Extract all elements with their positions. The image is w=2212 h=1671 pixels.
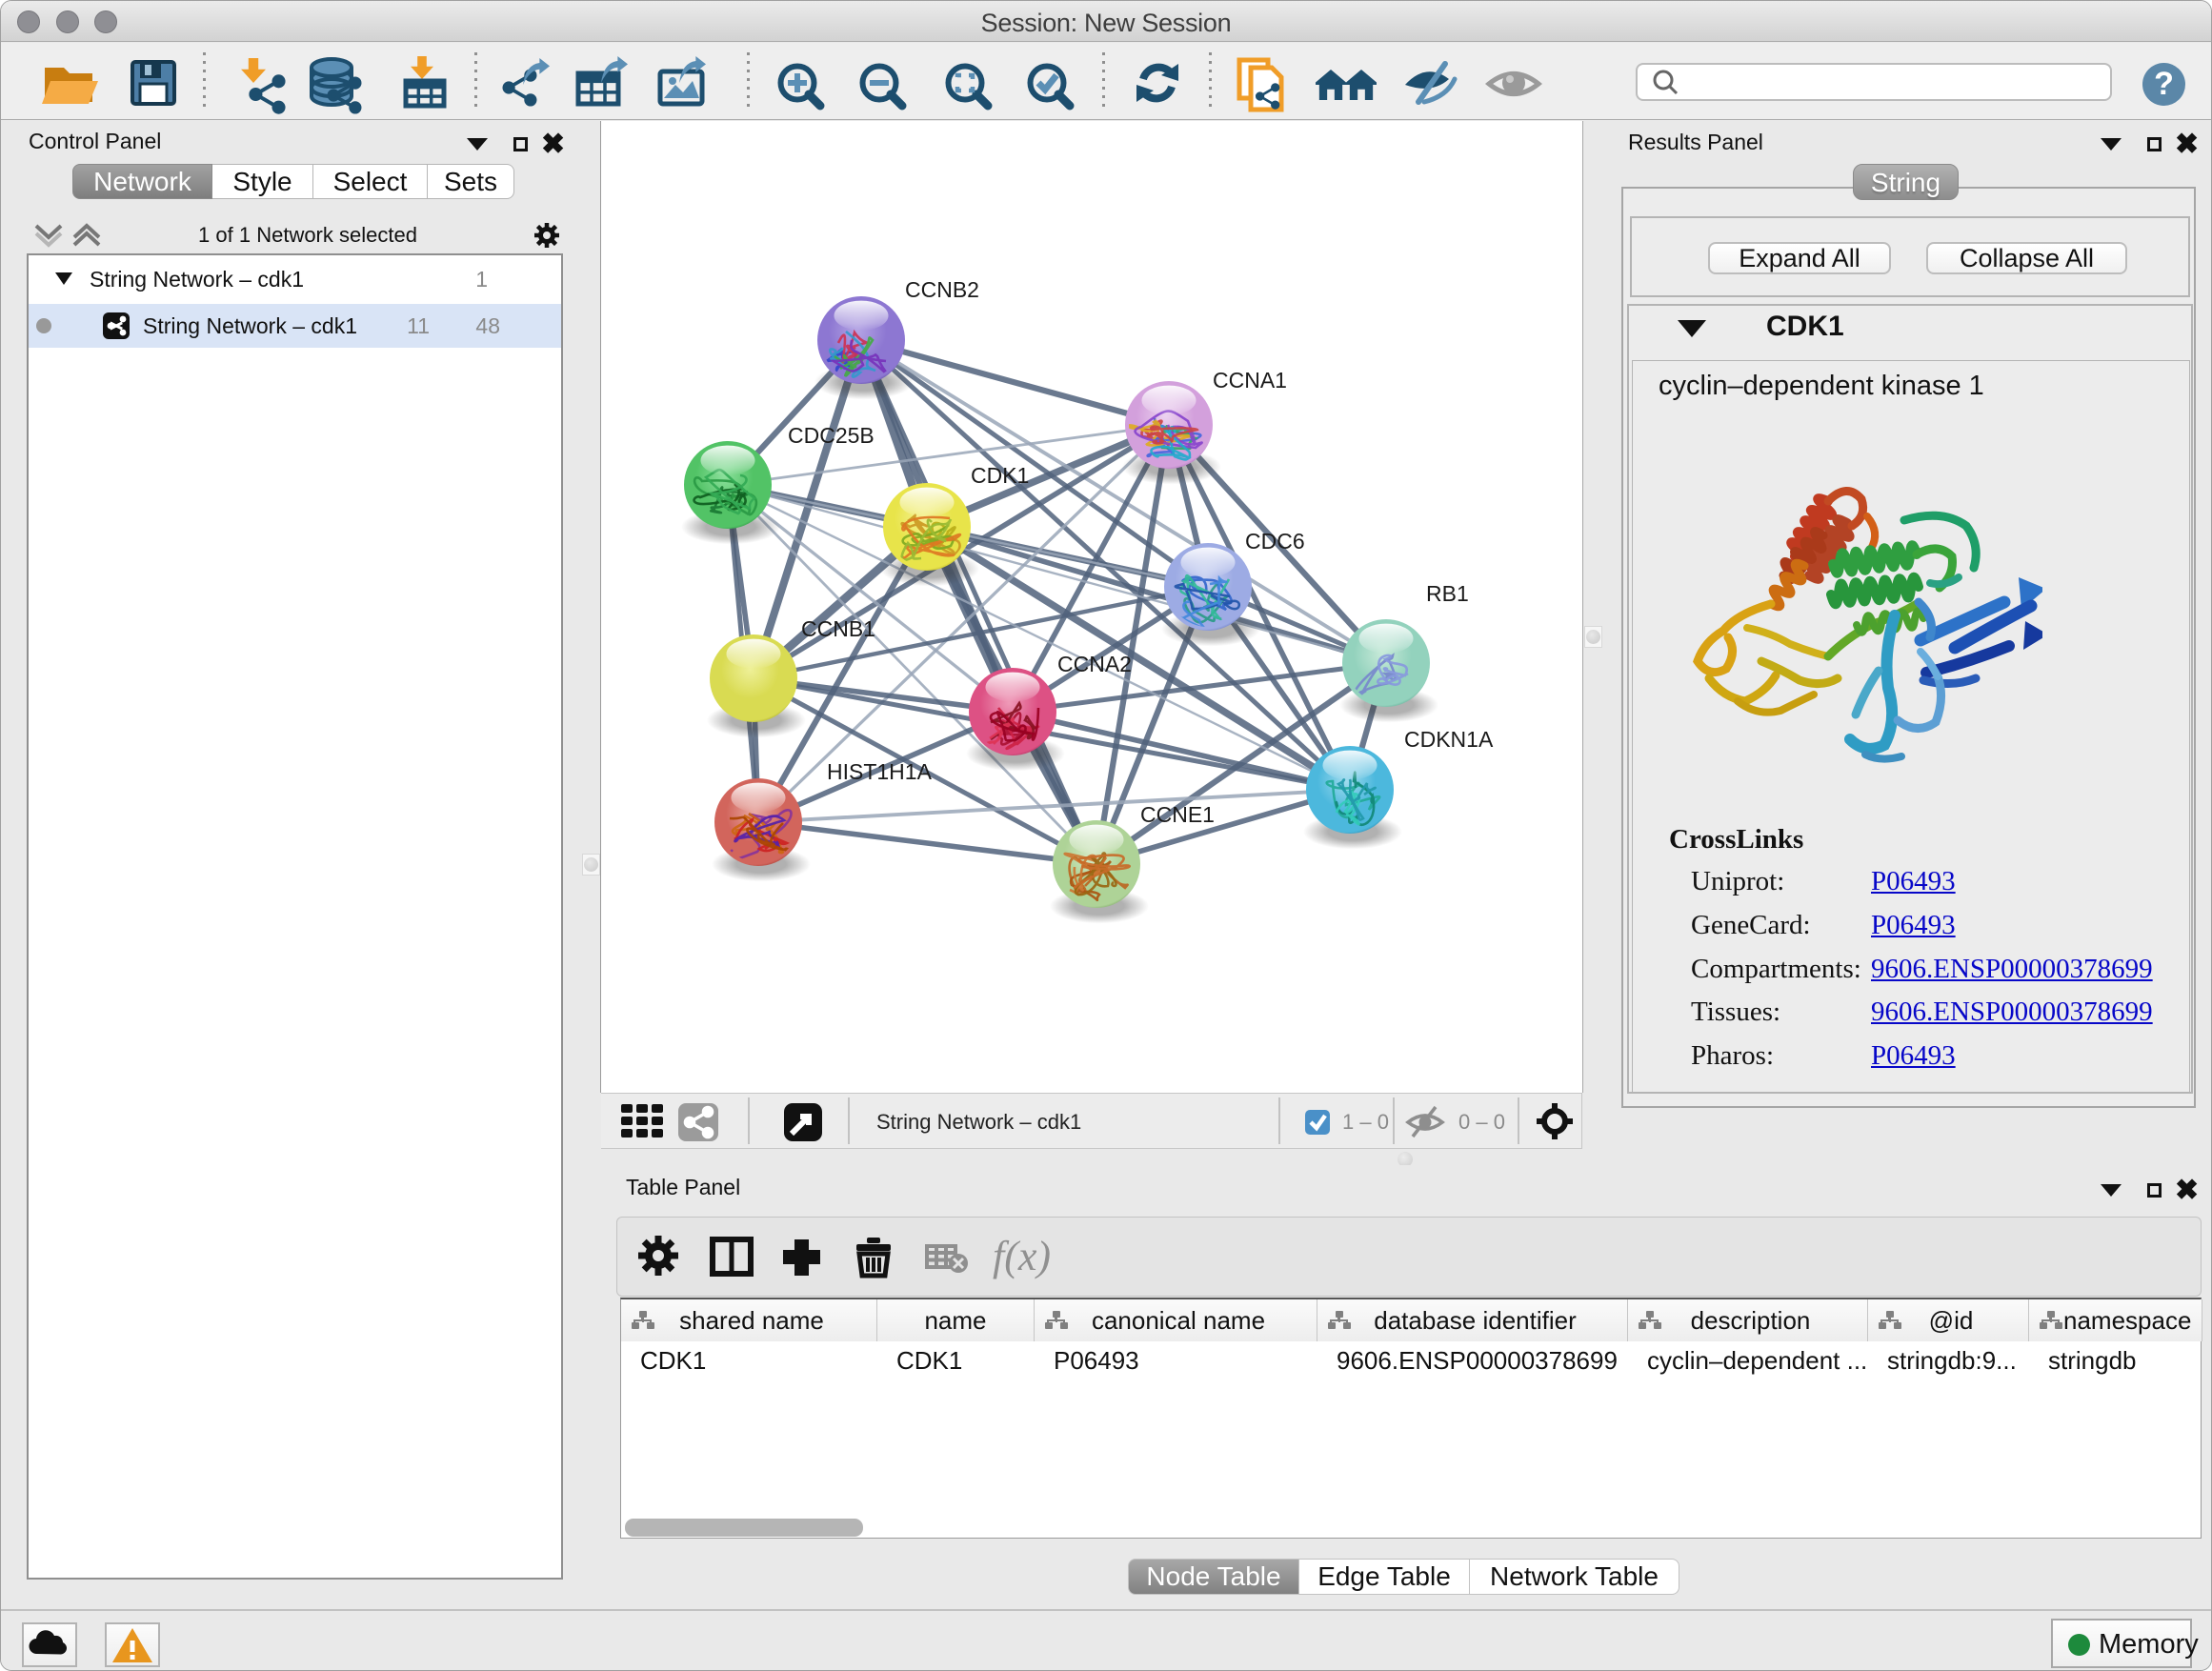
svg-text:1 – 0: 1 – 0	[1342, 1110, 1389, 1134]
svg-text:CCNA2: CCNA2	[1057, 652, 1132, 676]
svg-text:String Network – cdk1: String Network – cdk1	[143, 313, 357, 338]
svg-text:CDC6: CDC6	[1245, 529, 1305, 554]
svg-text:RB1: RB1	[1426, 581, 1469, 606]
svg-text:HIST1H1A: HIST1H1A	[827, 759, 933, 784]
svg-text:String Network – cdk1: String Network – cdk1	[90, 267, 304, 292]
svg-text:CDKN1A: CDKN1A	[1404, 727, 1494, 752]
svg-text:CDK1: CDK1	[971, 463, 1029, 488]
svg-text:0 – 0: 0 – 0	[1458, 1110, 1505, 1134]
svg-text:1: 1	[475, 267, 488, 292]
svg-text:CDC25B: CDC25B	[788, 423, 875, 448]
svg-text:CCNA1: CCNA1	[1213, 368, 1287, 393]
svg-text:1 of 1 Network selected: 1 of 1 Network selected	[198, 223, 417, 247]
svg-text:CCNE1: CCNE1	[1140, 802, 1215, 827]
svg-text:f(x): f(x)	[993, 1233, 1051, 1279]
svg-text:48: 48	[475, 313, 500, 338]
svg-text:String Network – cdk1: String Network – cdk1	[876, 1110, 1081, 1134]
svg-text:CCNB1: CCNB1	[801, 616, 875, 641]
svg-text:CCNB2: CCNB2	[905, 277, 979, 302]
svg-text:11: 11	[407, 313, 430, 338]
